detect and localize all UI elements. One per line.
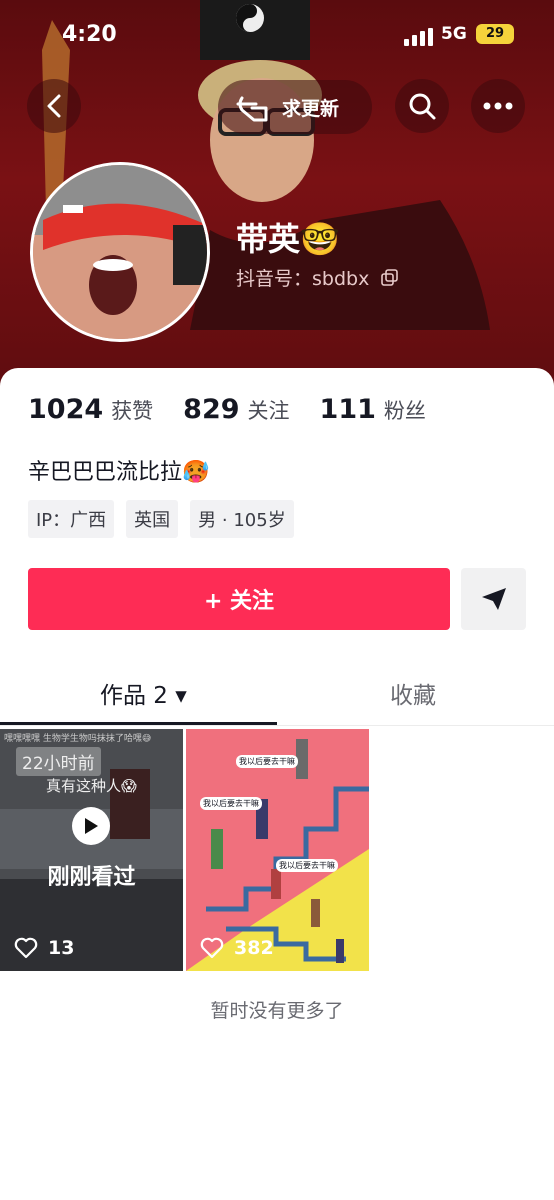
tab-works[interactable]: 作品 2 ▾ [100, 676, 187, 710]
comic-bubble: 我以后要去干嘛 [236, 755, 298, 768]
recently-watched-label: 刚刚看过 [47, 865, 136, 890]
avatar[interactable] [30, 162, 210, 342]
copy-icon[interactable] [381, 269, 399, 287]
video-thumbnail[interactable]: 嘿嘿嘿嘿 生物学生物吗抹抹了哈嘿😅 22小时前 真有这种人😱 刚刚看过 13 [0, 729, 183, 971]
video-likes: 13 [14, 937, 74, 959]
likes-label[interactable]: 获赞 [111, 395, 153, 425]
more-button[interactable] [471, 79, 525, 133]
tag-gender-age: 男 · 105岁 [190, 500, 294, 538]
profile-name-text: 带英 [236, 220, 301, 258]
chevron-left-icon [47, 94, 61, 118]
follow-button[interactable]: + 关注 [28, 568, 450, 630]
share-button[interactable] [461, 568, 526, 630]
video-thumbnail[interactable]: 我以后要去干嘛 我以后要去干嘛 我以后要去干嘛 382 [186, 729, 369, 971]
request-update-button[interactable]: 求更新 [218, 80, 372, 134]
play-icon [72, 807, 110, 845]
avatar-image [33, 165, 207, 339]
profile-tags: IP：广西 英国 男 · 105岁 [28, 500, 294, 538]
video-top-caption: 嘿嘿嘿嘿 生物学生物吗抹抹了哈嘿😅 [4, 734, 152, 744]
send-icon [481, 588, 506, 610]
no-more-content: 暂时没有更多了 [210, 1000, 344, 1022]
battery-level: 29 [485, 26, 505, 41]
battery-icon: 29 [476, 24, 514, 44]
heart-icon [14, 937, 38, 959]
profile-stats: 1024 获赞 829 关注 111 粉丝 [28, 394, 456, 425]
comic-bubble: 我以后要去干嘛 [276, 859, 338, 872]
video-likes-count: 382 [234, 937, 274, 959]
search-button[interactable] [395, 79, 449, 133]
profile-name: 带英🤓 [236, 214, 340, 260]
more-dots-icon [483, 102, 513, 110]
likes-count[interactable]: 1024 [28, 394, 103, 425]
profile-bio: 辛巴巴巴流比拉🥵 [28, 460, 210, 485]
tab-favorites[interactable]: 收藏 [390, 676, 436, 710]
followers-count[interactable]: 111 [320, 394, 376, 425]
tag-ip: IP：广西 [28, 500, 115, 538]
status-time: 4:20 [62, 22, 117, 47]
request-update-label: 求更新 [282, 97, 340, 120]
status-bar: 4:20 5G 29 [0, 22, 554, 52]
following-count[interactable]: 829 [183, 394, 239, 425]
network-type: 5G [441, 24, 467, 44]
heart-icon [200, 937, 224, 959]
search-icon [409, 93, 436, 120]
hand-pointer-icon [236, 96, 268, 122]
followers-label[interactable]: 粉丝 [384, 395, 426, 425]
back-button[interactable] [27, 79, 81, 133]
tab-divider [0, 725, 554, 726]
tag-location: 英国 [126, 500, 179, 538]
cellular-signal-icon [404, 28, 433, 46]
video-likes: 382 [200, 937, 274, 959]
video-caption: 真有这种人😱 [46, 777, 137, 795]
video-likes-count: 13 [48, 937, 75, 959]
comic-bubble: 我以后要去干嘛 [200, 797, 262, 810]
video-time-badge: 22小时前 [16, 747, 101, 776]
douyin-id: 抖音号：sbdbx [236, 264, 399, 291]
douyin-id-text: 抖音号：sbdbx [236, 268, 370, 290]
following-label[interactable]: 关注 [248, 395, 290, 425]
name-emoji: 🤓 [300, 220, 340, 258]
